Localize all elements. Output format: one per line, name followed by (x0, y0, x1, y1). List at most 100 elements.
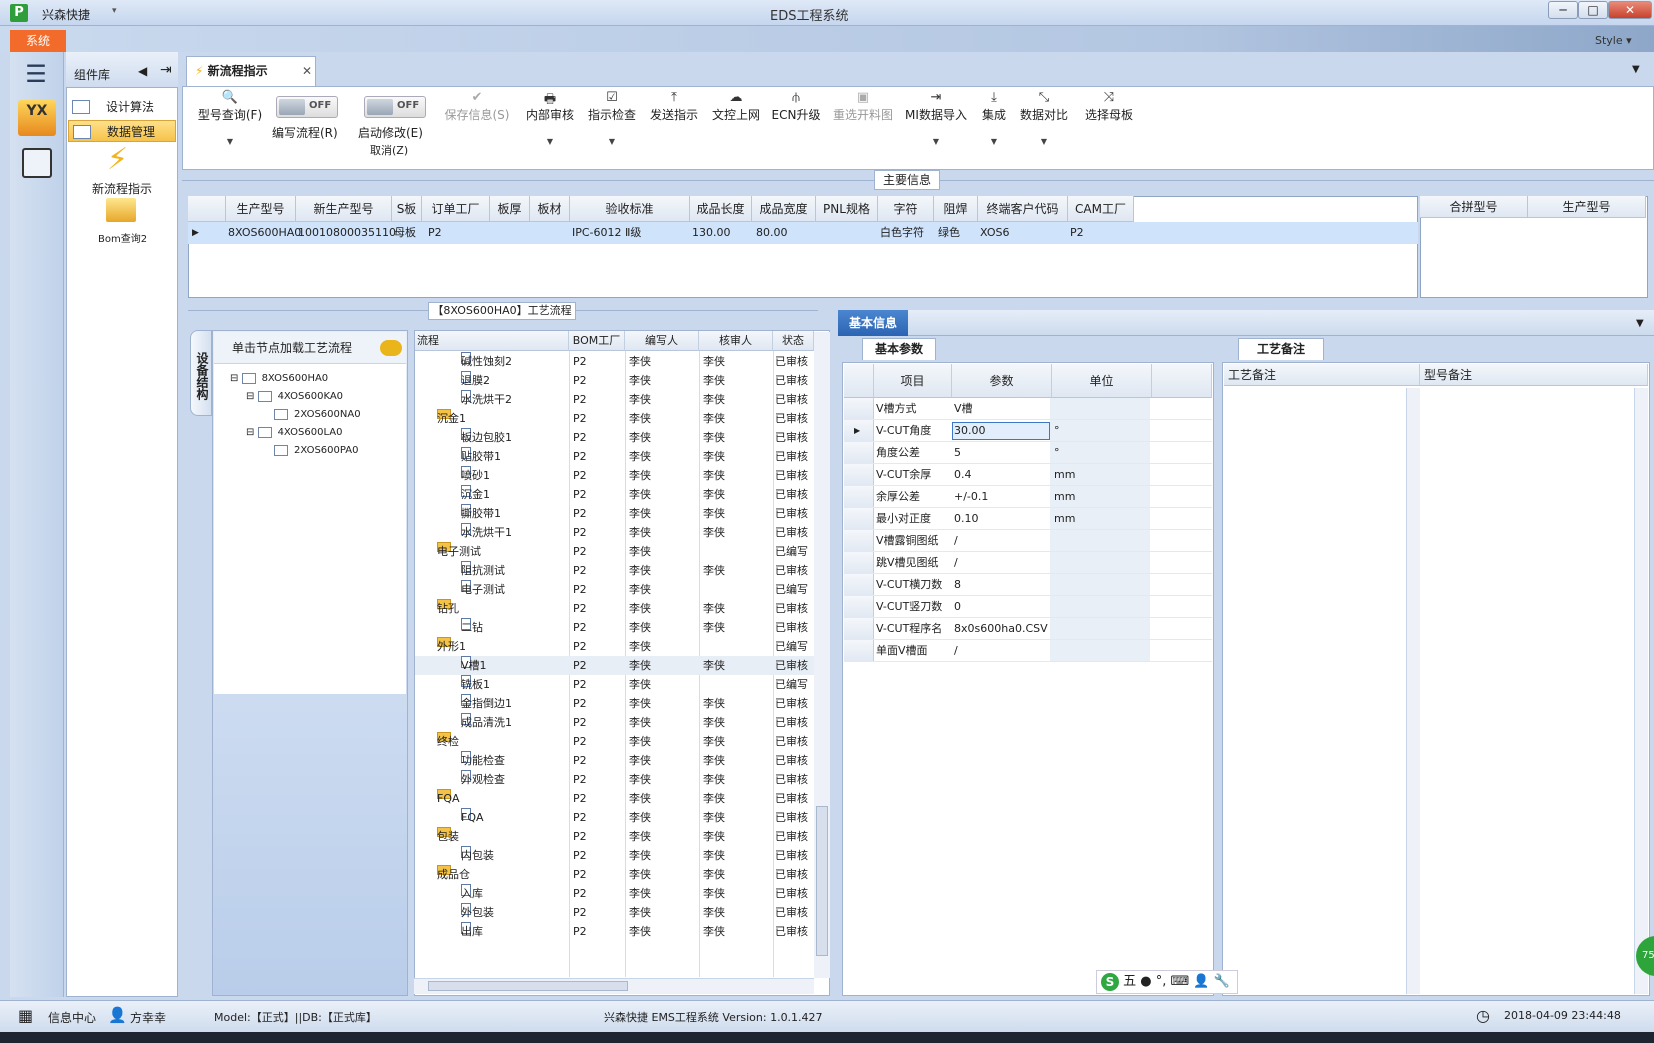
doc-upload-button[interactable]: ☁ 文控上网 (708, 90, 764, 123)
col-header[interactable]: PNL规格 (816, 196, 878, 222)
col-header[interactable]: 终端客户代码 (978, 196, 1068, 222)
col-header[interactable]: 生产型号 (1528, 196, 1646, 218)
bom-query-label[interactable]: Bom查询2 (98, 230, 147, 245)
col-header[interactable]: 参数 (952, 364, 1052, 398)
table-row[interactable]: 外包装 P2 李侠 李侠 已审核 (415, 903, 815, 922)
tab-menu-icon[interactable]: ▼ (1632, 64, 1640, 75)
cancel-label[interactable]: 取消(Z) (370, 142, 408, 158)
table-row[interactable]: V-CUT程序名 8x0s600ha0.CSV (844, 618, 1212, 640)
table-row[interactable]: 撕胶带1 P2 李侠 李侠 已审核 (415, 504, 815, 523)
collapse-left-icon[interactable]: ◀ (138, 64, 147, 78)
minimize-button[interactable]: ─ (1548, 1, 1578, 19)
write-flow-toggle[interactable]: OFF (276, 96, 338, 118)
col-header[interactable]: CAM工厂 (1068, 196, 1134, 222)
table-row[interactable]: 碱性蚀刻2 P2 李侠 李侠 已审核 (415, 352, 815, 371)
table-row[interactable]: 单面V槽面 / (844, 640, 1212, 662)
table-row[interactable]: 二钻 P2 李侠 李侠 已审核 (415, 618, 815, 637)
table-row[interactable]: −电子测试P2李侠已编写 (415, 542, 815, 561)
col-header[interactable]: 板厚 (490, 196, 530, 222)
table-row[interactable]: 角度公差 5 ° (844, 442, 1212, 464)
col-header[interactable]: 字符 (878, 196, 934, 222)
table-row[interactable]: 功能检查 P2 李侠 李侠 已审核 (415, 751, 815, 770)
table-row[interactable]: 板边包胶1 P2 李侠 李侠 已审核 (415, 428, 815, 447)
param-value[interactable]: / (954, 530, 958, 552)
table-row[interactable]: −沉金1P2李侠李侠已审核 (415, 409, 815, 428)
table-row[interactable]: 入库 P2 李侠 李侠 已审核 (415, 884, 815, 903)
table-row[interactable]: 退膜2 P2 李侠 李侠 已审核 (415, 371, 815, 390)
lightning-icon[interactable]: ⚡ (107, 142, 128, 177)
tab-basic-info[interactable]: 基本信息 (838, 310, 908, 336)
start-modify-toggle[interactable]: OFF (364, 96, 426, 118)
mi-import-button[interactable]: ⇥ MI数据导入 ▼ (904, 90, 968, 146)
tree-node[interactable]: 2XOS600NA0 (214, 406, 406, 424)
table-row[interactable]: 水洗烘干1 P2 李侠 李侠 已审核 (415, 523, 815, 542)
table-row[interactable]: 余厚公差 +/-0.1 mm (844, 486, 1212, 508)
param-value[interactable]: 0 (954, 596, 961, 618)
table-row[interactable]: 电子测试 P2 李侠 已编写 (415, 580, 815, 599)
table-row[interactable]: 金指倒边1 P2 李侠 李侠 已审核 (415, 694, 815, 713)
table-row[interactable]: −FQAP2李侠李侠已审核 (415, 789, 815, 808)
table-row[interactable]: ▶ V-CUT角度 30.00 ° (844, 420, 1212, 442)
yx-module-icon[interactable]: YX (18, 100, 56, 136)
tab-close-icon[interactable]: ✕ (302, 64, 312, 78)
table-row[interactable]: −外形1P2李侠已编写 (415, 637, 815, 656)
col-header[interactable]: 编写人 (625, 331, 699, 351)
grid-icon[interactable]: ▦ (18, 1006, 33, 1025)
side-tab-structure[interactable]: 设备结构 (190, 330, 212, 416)
reselect-drawing-button[interactable]: ▣ 重选开料图 (830, 90, 896, 123)
table-row[interactable]: −钻孔P2李侠李侠已审核 (415, 599, 815, 618)
table-row[interactable]: 外观检查 P2 李侠 李侠 已审核 (415, 770, 815, 789)
tree-node[interactable]: ⊟ 4XOS600KA0 (214, 388, 406, 406)
tree-node[interactable]: 2XOS600PA0 (214, 442, 406, 460)
tree-node[interactable]: ⊟ 8XOS600HA0 (214, 370, 406, 388)
comp-item-data-management[interactable]: 数据管理 (68, 120, 176, 142)
table-row[interactable]: V槽露铜图纸 / (844, 530, 1212, 552)
database-module-icon[interactable] (22, 148, 52, 178)
comp-item-design-algorithm[interactable]: 设计算法 (68, 96, 176, 118)
table-row[interactable]: −成品仓P2李侠李侠已审核 (415, 865, 815, 884)
param-value[interactable]: V槽 (954, 398, 973, 420)
table-row[interactable]: 水洗烘干2 P2 李侠 李侠 已审核 (415, 390, 815, 409)
folder-icon[interactable] (106, 198, 136, 222)
col-header[interactable]: 状态 (773, 331, 814, 351)
param-value[interactable]: 0.4 (954, 464, 972, 486)
col-header[interactable]: 板材 (530, 196, 570, 222)
param-value[interactable]: 5 (954, 442, 961, 464)
table-row[interactable]: 喷砂1 P2 李侠 李侠 已审核 (415, 466, 815, 485)
scrollbar-thumb[interactable] (816, 806, 828, 956)
data-compare-button[interactable]: ⤡ 数据对比 ▼ (1018, 90, 1070, 146)
panel-menu-icon[interactable]: ▼ (1636, 318, 1644, 329)
col-header[interactable]: S板 (392, 196, 422, 222)
save-info-button[interactable]: ✔ 保存信息(S) (438, 90, 516, 123)
col-header[interactable]: 工艺备注 (1224, 364, 1420, 386)
col-header[interactable]: 核审人 (699, 331, 773, 351)
param-value[interactable]: / (954, 640, 958, 662)
scrollbar-thumb[interactable] (428, 981, 628, 991)
col-header[interactable]: 单位 (1052, 364, 1152, 398)
ime-toolbar[interactable]: S 五 ● °, ⌨ 👤 🔧 (1096, 970, 1238, 994)
new-flow-label[interactable]: 新流程指示 (92, 180, 152, 197)
table-row[interactable]: FQA P2 李侠 李侠 已审核 (415, 808, 815, 827)
menu-icon[interactable]: ☰ (16, 58, 56, 90)
col-header[interactable]: 型号备注 (1420, 364, 1648, 386)
col-header[interactable]: 成品长度 (690, 196, 752, 222)
internal-review-button[interactable]: 🖶 内部审核 ▼ (522, 90, 578, 146)
param-value[interactable]: 30.00 (954, 420, 986, 442)
send-instruction-button[interactable]: ⤒ 发送指示 (646, 90, 702, 123)
tree-node[interactable]: ⊟ 4XOS600LA0 (214, 424, 406, 442)
integrate-button[interactable]: ⤓ 集成 ▼ (976, 90, 1012, 146)
col-header[interactable]: BOM工厂 (569, 331, 625, 351)
table-row[interactable]: V-CUT横刀数 8 (844, 574, 1212, 596)
table-row[interactable]: V-CUT竖刀数 0 (844, 596, 1212, 618)
table-row[interactable]: −终检P2李侠李侠已审核 (415, 732, 815, 751)
table-row[interactable]: 出库 P2 李侠 李侠 已审核 (415, 922, 815, 941)
pin-icon[interactable]: ⇥ (160, 62, 172, 78)
table-row[interactable]: 成品清洗1 P2 李侠 李侠 已审核 (415, 713, 815, 732)
col-header[interactable]: 订单工厂 (422, 196, 490, 222)
param-value[interactable]: 8 (954, 574, 961, 596)
table-row[interactable]: V-CUT余厚 0.4 mm (844, 464, 1212, 486)
col-header[interactable]: 成品宽度 (752, 196, 816, 222)
chat-bubble-icon[interactable] (380, 340, 402, 356)
param-value[interactable]: 8x0s600ha0.CSV (954, 618, 1048, 640)
col-header[interactable]: 合拼型号 (1420, 196, 1528, 218)
